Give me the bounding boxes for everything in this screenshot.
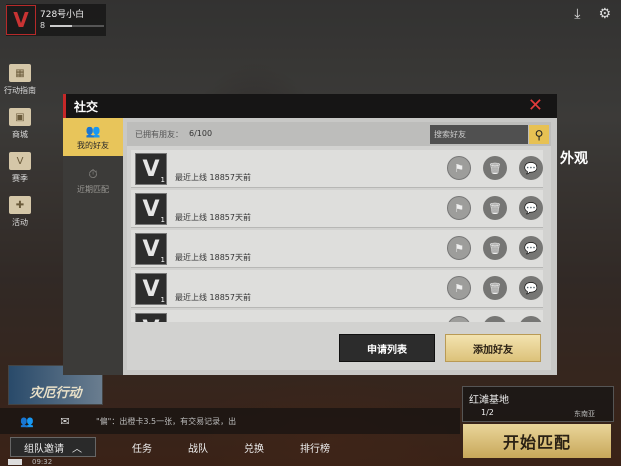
apply-list-button[interactable]: 申请列表 <box>339 334 435 362</box>
report-flag-icon[interactable]: ⚑ <box>447 196 471 220</box>
nav-exchange[interactable]: 兑换 <box>244 440 264 455</box>
friend-avatar: V1 <box>135 153 167 185</box>
gift-icon: ✚ <box>9 196 31 214</box>
add-friend-button[interactable]: 添加好友 <box>445 334 541 362</box>
top-icon-bar: ⤓ ⚙ <box>574 6 611 22</box>
chat-icon[interactable]: 💬 <box>519 196 543 220</box>
friends-count-label: 已拥有朋友： <box>135 130 183 139</box>
friend-avatar: V1 <box>135 193 167 225</box>
menu-label: 活动 <box>12 218 28 227</box>
dialog-body: 👥 我的好友 ⏱ 近期匹配 已拥有朋友： 6/100 ⚲ V1 最近上线 188… <box>63 118 557 375</box>
friend-level: 1 <box>160 176 165 184</box>
friend-level: 1 <box>160 296 165 304</box>
menu-item-season[interactable]: V 赛季 <box>2 146 38 190</box>
nav-tasks[interactable]: 任务 <box>132 440 152 455</box>
list-item[interactable]: V1 最近上线 18857天前 ⚑ 🗑 💬 <box>131 230 543 268</box>
delete-icon[interactable]: 🗑 <box>483 196 507 220</box>
player-level: 8 <box>40 21 46 30</box>
dialog-title: 社交 <box>74 99 99 114</box>
tab-my-friends[interactable]: 👥 我的好友 <box>63 118 123 156</box>
player-avatar: V <box>6 5 36 35</box>
nav-clan[interactable]: 战队 <box>188 440 208 455</box>
chat-icon[interactable]: 💬 <box>519 236 543 260</box>
chat-icon[interactable]: 💬 <box>519 276 543 300</box>
friends-toolbar: 已拥有朋友： 6/100 ⚲ <box>127 122 551 146</box>
list-item[interactable]: V1 最近上线 18857天前 ⚑ 🗑 💬 <box>131 270 543 308</box>
clock: 09:32 <box>32 458 53 466</box>
social-dialog: 社交 ✕ 👥 我的好友 ⏱ 近期匹配 已拥有朋友： 6/100 ⚲ V1 <box>63 94 557 375</box>
chat-icon[interactable]: 💬 <box>519 316 543 322</box>
menu-item-guide[interactable]: ▦ 行动指南 <box>2 58 38 102</box>
menu-label: 行动指南 <box>4 86 36 95</box>
map-name: 红滩基地 <box>469 395 509 406</box>
list-item[interactable]: V1 最近上线 18857天前 ⚑ 🗑 💬 <box>131 150 543 188</box>
friend-avatar: V1 <box>135 233 167 265</box>
friend-last-online: 最近上线 18857天前 <box>175 173 251 182</box>
dialog-header: 社交 ✕ <box>63 94 557 118</box>
tab-recent-matches[interactable]: ⏱ 近期匹配 <box>63 162 123 200</box>
friends-icon[interactable]: 👥 <box>16 415 38 428</box>
map-selector[interactable]: 红滩基地 1/2 东南亚 <box>462 386 614 422</box>
left-menu: ▦ 行动指南 ▣ 商城 V 赛季 ✚ 活动 <box>2 58 38 234</box>
player-profile[interactable]: V 728号小白 8 <box>6 4 106 36</box>
delete-icon[interactable]: 🗑 <box>483 316 507 322</box>
friend-last-online: 最近上线 18857天前 <box>175 213 251 222</box>
level-progress-bar <box>50 25 104 27</box>
friend-avatar: V1 <box>135 313 167 322</box>
download-icon[interactable]: ⤓ <box>574 6 580 22</box>
list-item[interactable]: V1 最近上线 18857天前 ⚑ 🗑 💬 <box>131 190 543 228</box>
friend-level: 1 <box>160 256 165 264</box>
bottom-nav: 组队邀请 ︿ 任务 战队 兑换 排行榜 <box>0 436 460 458</box>
mail-icon[interactable]: ✉ <box>54 415 76 428</box>
friend-last-online: 最近上线 18857天前 <box>175 293 251 302</box>
event-banner-title: 灾厄行动 <box>29 386 82 401</box>
start-match-button[interactable]: 开始匹配 <box>463 424 611 458</box>
map-icon: ▦ <box>9 64 31 82</box>
dialog-footer: 申请列表 添加好友 <box>127 326 551 370</box>
tab-label: 我的好友 <box>77 140 109 150</box>
timer-icon: ⏱ <box>88 167 98 181</box>
menu-item-shop[interactable]: ▣ 商城 <box>2 102 38 146</box>
chat-strip[interactable]: 👥 ✉ "偏"：出橙卡3.5一张，有交易记录，出 <box>0 408 460 434</box>
list-item[interactable]: V1 ⚑ 🗑 💬 <box>131 310 543 322</box>
appearance-label: 外观 <box>560 151 588 167</box>
friends-count: 6/100 <box>189 129 213 138</box>
friends-icon: 👥 <box>85 123 101 138</box>
friends-list[interactable]: V1 最近上线 18857天前 ⚑ 🗑 💬 V1 最近上线 18857天前 ⚑ … <box>127 150 551 322</box>
season-icon: V <box>9 152 31 170</box>
friend-avatar: V1 <box>135 273 167 305</box>
search-icon[interactable]: ⚲ <box>529 125 549 144</box>
menu-item-events[interactable]: ✚ 活动 <box>2 190 38 234</box>
team-invite-button[interactable]: 组队邀请 ︿ <box>10 437 96 457</box>
close-icon[interactable]: ✕ <box>528 96 543 116</box>
server-region: 东南亚 <box>574 410 595 418</box>
menu-label: 赛季 <box>12 174 28 183</box>
status-bar: 09:32 <box>8 458 52 466</box>
friend-last-online: 最近上线 18857天前 <box>175 253 251 262</box>
report-flag-icon[interactable]: ⚑ <box>447 156 471 180</box>
chat-icon[interactable]: 💬 <box>519 156 543 180</box>
dialog-sidebar: 👥 我的好友 ⏱ 近期匹配 <box>63 118 123 375</box>
battery-icon <box>8 459 22 465</box>
report-flag-icon[interactable]: ⚑ <box>447 236 471 260</box>
friends-panel: 已拥有朋友： 6/100 ⚲ V1 最近上线 18857天前 ⚑ 🗑 💬 V1 … <box>127 122 551 370</box>
chevron-up-icon: ︿ <box>72 443 82 455</box>
report-flag-icon[interactable]: ⚑ <box>447 276 471 300</box>
team-invite-label: 组队邀请 <box>24 443 64 455</box>
menu-label: 商城 <box>12 130 28 139</box>
report-flag-icon[interactable]: ⚑ <box>447 316 471 322</box>
delete-icon[interactable]: 🗑 <box>483 236 507 260</box>
delete-icon[interactable]: 🗑 <box>483 276 507 300</box>
friend-level: 1 <box>160 216 165 224</box>
delete-icon[interactable]: 🗑 <box>483 156 507 180</box>
gear-icon[interactable]: ⚙ <box>598 6 611 22</box>
player-name: 728号小白 <box>40 10 85 20</box>
nav-leaderboard[interactable]: 排行榜 <box>300 440 330 455</box>
team-count: 1/2 <box>481 408 494 417</box>
chat-message: "偏"：出橙卡3.5一张，有交易记录，出 <box>96 416 237 426</box>
search-friends-input[interactable] <box>430 125 528 144</box>
tab-label: 近期匹配 <box>77 185 109 194</box>
shop-icon: ▣ <box>9 108 31 126</box>
